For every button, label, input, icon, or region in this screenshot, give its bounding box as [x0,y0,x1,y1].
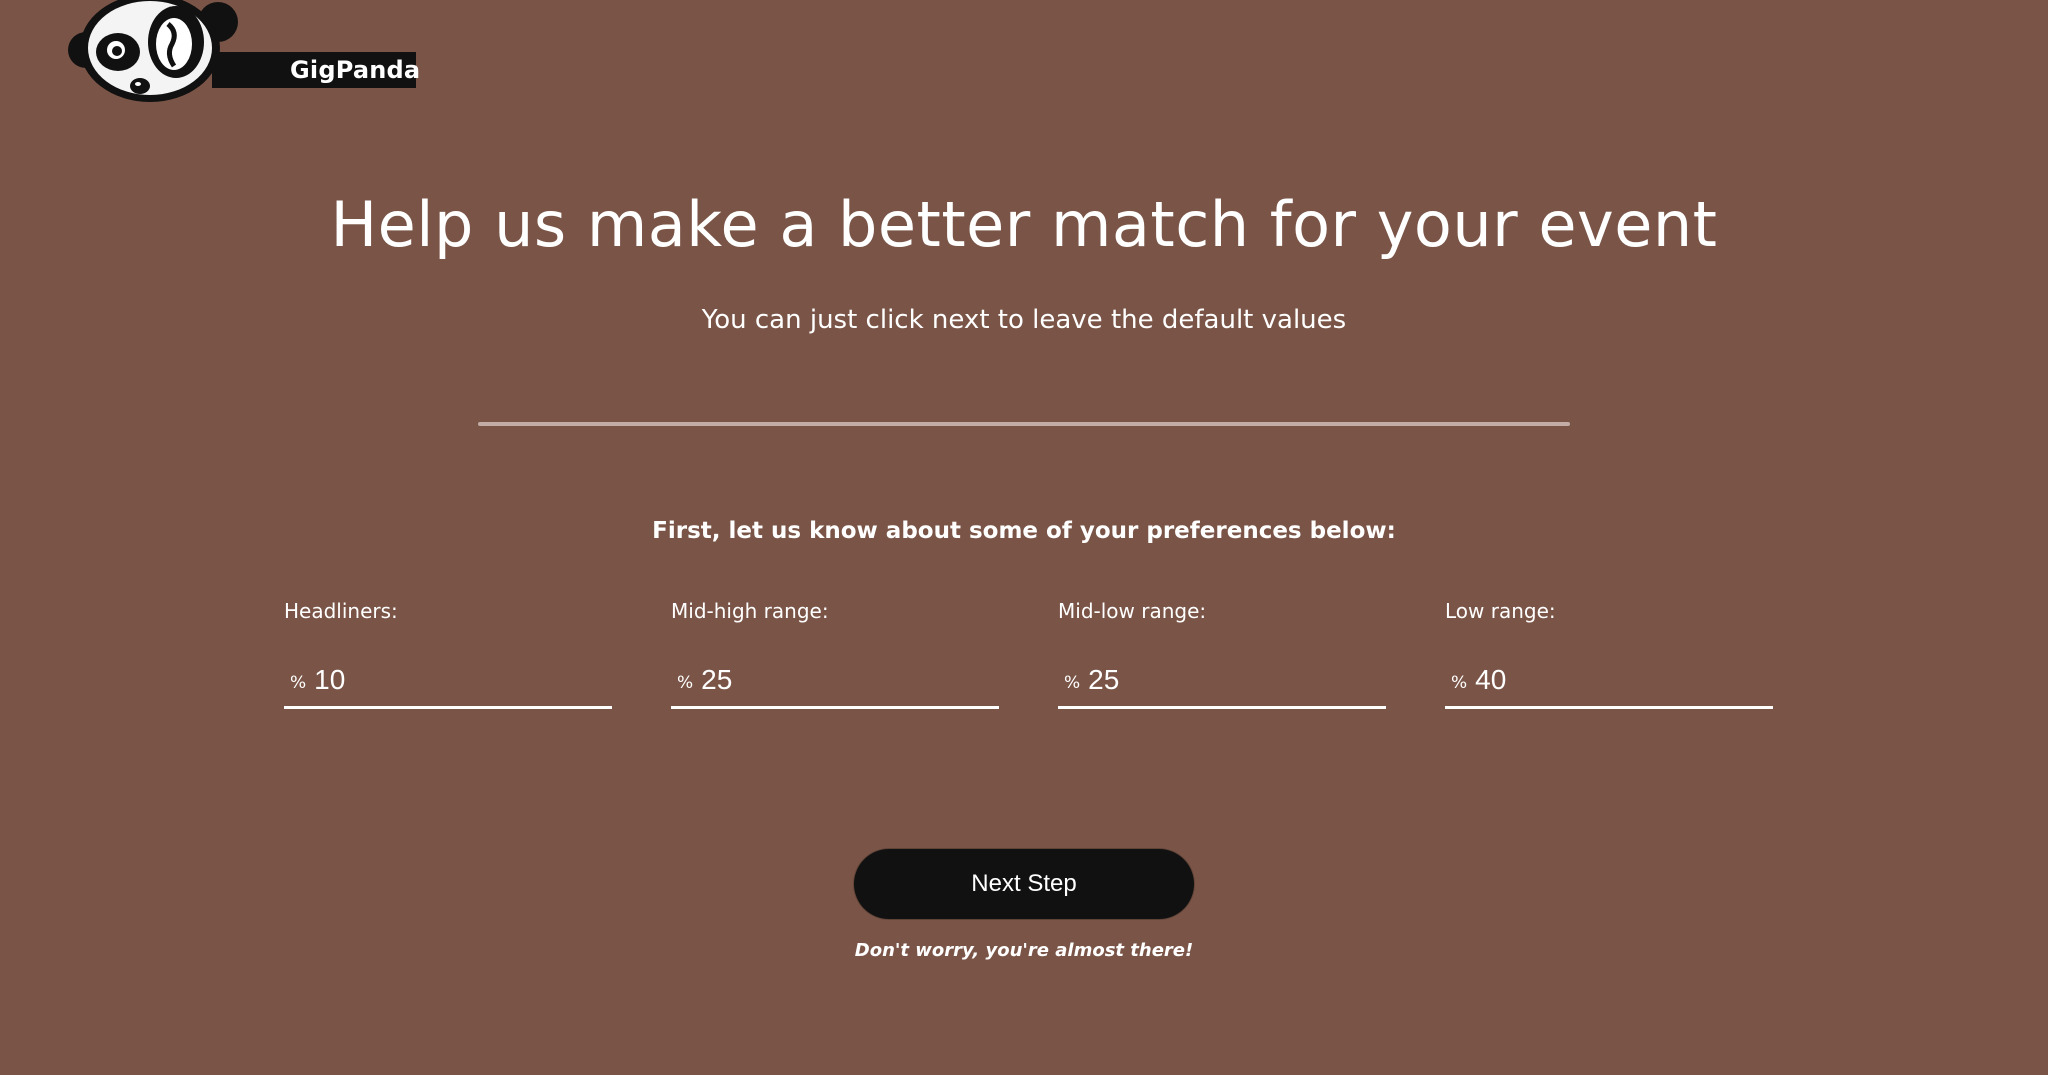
gigpanda-logo[interactable]: GigPanda [68,0,420,105]
page-title: Help us make a better match for your eve… [330,188,1718,261]
low-range-input[interactable] [1475,664,1736,696]
headliners-label: Headliners: [284,599,398,623]
mid-high-range-input-wrap: % [671,654,999,709]
mid-high-range-input[interactable] [701,664,962,696]
headliners-field: Headliners: % [284,598,612,709]
next-step-button[interactable]: Next Step [854,849,1194,919]
headliners-input[interactable] [314,664,575,696]
mid-high-range-field: Mid-high range: % [671,598,999,709]
preferences-heading: First, let us know about some of your pr… [652,518,1396,544]
mid-low-range-label: Mid-low range: [1058,599,1207,623]
low-range-field: Low range: % [1445,598,1773,709]
brand-name: GigPanda [290,56,421,84]
mid-high-range-label: Mid-high range: [671,599,829,623]
mid-low-range-field: Mid-low range: % [1058,598,1386,709]
page: GigPanda Help us make a better match for… [0,0,2048,1075]
progress-divider [478,422,1570,426]
percent-icon: % [1064,673,1081,693]
logo-wordmark: GigPanda [212,52,420,88]
mid-low-range-input[interactable] [1088,664,1349,696]
percent-icon: % [290,673,307,693]
mid-low-range-input-wrap: % [1058,654,1386,709]
low-range-label: Low range: [1445,599,1556,623]
percent-icon: % [677,673,694,693]
encouragement-hint: Don't worry, you're almost there! [854,940,1194,961]
page-subtitle: You can just click next to leave the def… [701,305,1347,335]
low-range-input-wrap: % [1445,654,1773,709]
percent-icon: % [1451,673,1468,693]
headliners-input-wrap: % [284,654,612,709]
